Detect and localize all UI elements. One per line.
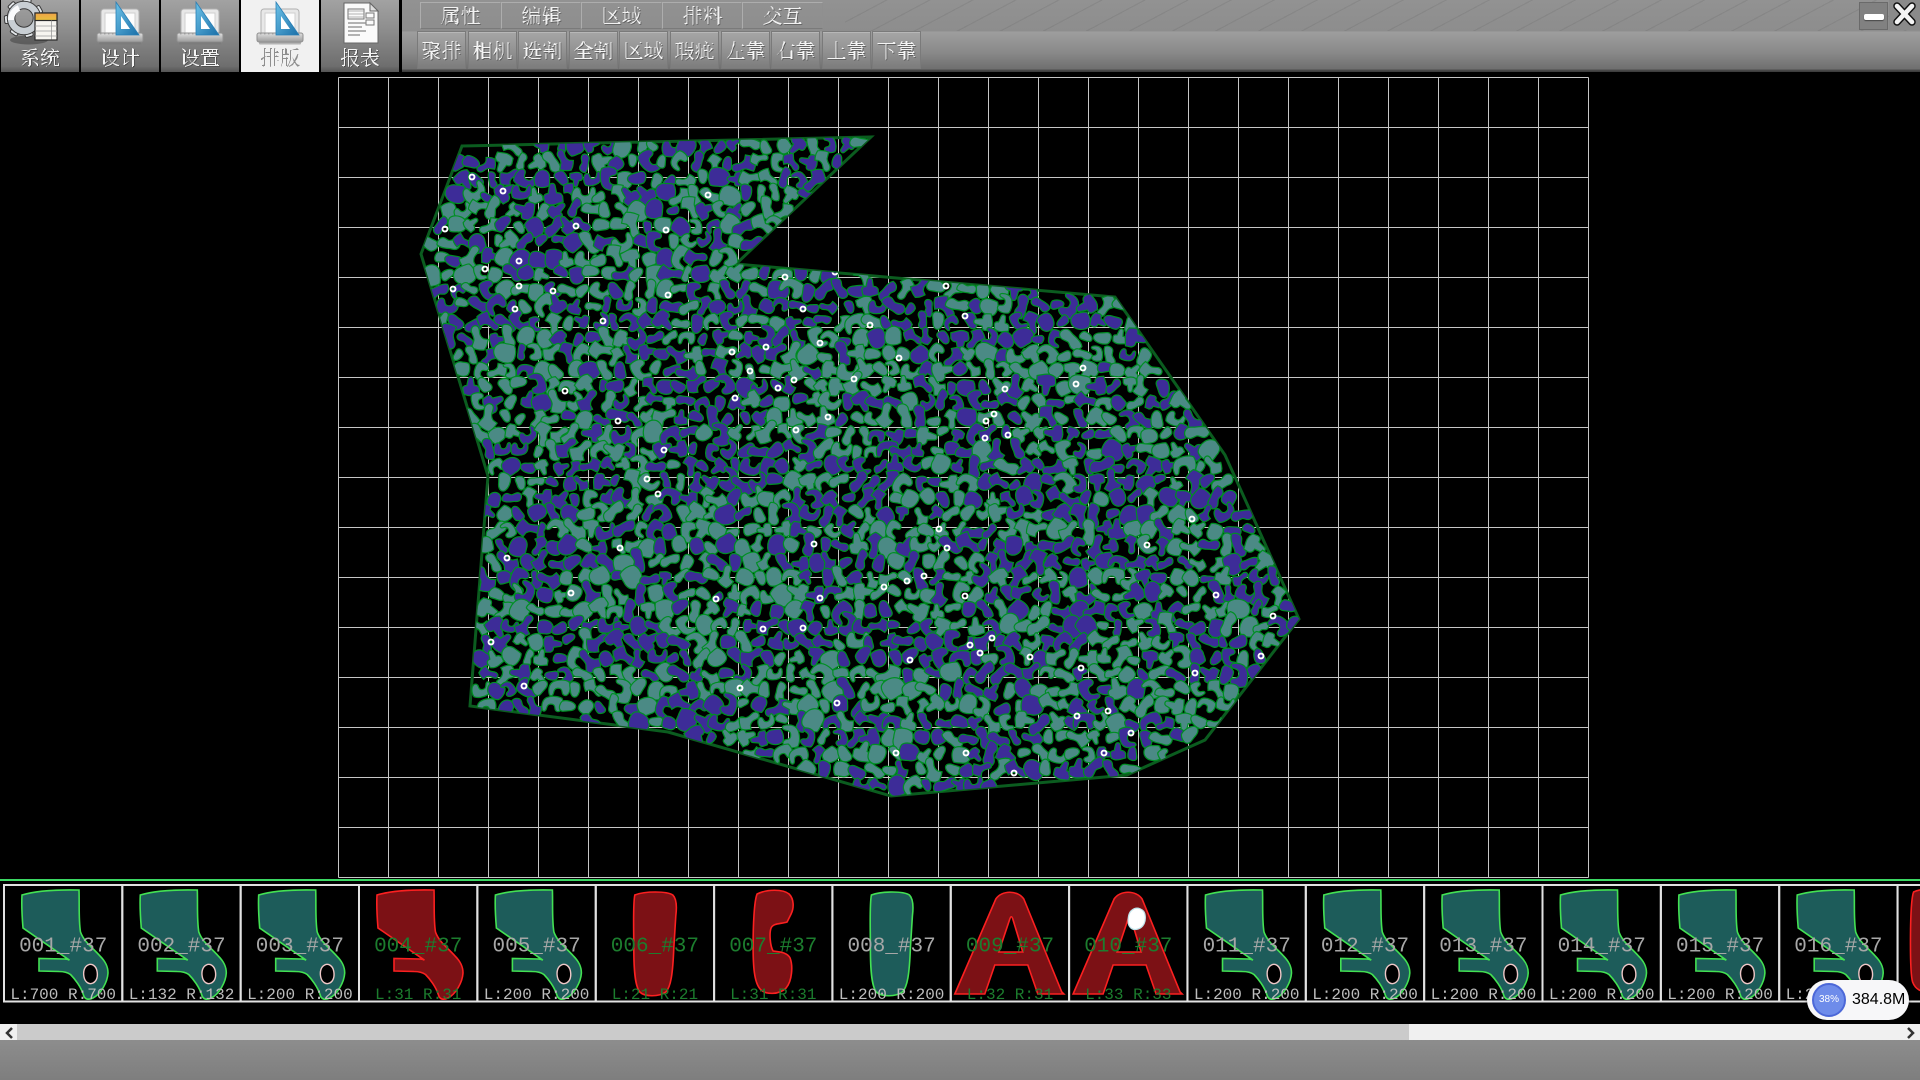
svg-text:011_#37: 011_#37 xyxy=(1203,936,1291,959)
svg-text:L:31 R:31: L:31 R:31 xyxy=(375,986,461,1004)
svg-text:L:200 R:200: L:200 R:200 xyxy=(1667,986,1773,1004)
svg-text:004_#37: 004_#37 xyxy=(374,936,462,959)
svg-text:013_#37: 013_#37 xyxy=(1439,936,1527,959)
svg-text:012_#37: 012_#37 xyxy=(1321,936,1409,959)
svg-text:L:200 R:200: L:200 R:200 xyxy=(1194,986,1300,1004)
svg-text:007_#37: 007_#37 xyxy=(729,936,817,959)
svg-text:L:200 R:200: L:200 R:200 xyxy=(484,986,590,1004)
svg-text:L:200 R:200: L:200 R:200 xyxy=(839,986,945,1004)
svg-text:L:32 R:31: L:32 R:31 xyxy=(967,986,1053,1004)
svg-text:008_#37: 008_#37 xyxy=(847,936,935,959)
svg-text:006_#37: 006_#37 xyxy=(611,936,699,959)
svg-text:L:33 R:33: L:33 R:33 xyxy=(1085,986,1171,1004)
svg-text:L:200 R:200: L:200 R:200 xyxy=(1549,986,1655,1004)
svg-text:002_#37: 002_#37 xyxy=(137,936,225,959)
svg-text:L:700 R:700: L:700 R:700 xyxy=(10,986,116,1004)
svg-text:014_#37: 014_#37 xyxy=(1558,936,1646,959)
svg-text:L:200 R:200: L:200 R:200 xyxy=(1431,986,1537,1004)
svg-text:001_#37: 001_#37 xyxy=(19,936,107,959)
svg-text:010_#37: 010_#37 xyxy=(1084,936,1172,959)
svg-text:L:31 R:31: L:31 R:31 xyxy=(730,986,816,1004)
svg-text:009_#37: 009_#37 xyxy=(966,936,1054,959)
svg-text:003_#37: 003_#37 xyxy=(256,936,344,959)
svg-text:L:132 R:132: L:132 R:132 xyxy=(129,986,235,1004)
svg-text:015_#37: 015_#37 xyxy=(1676,936,1764,959)
svg-text:005_#37: 005_#37 xyxy=(492,936,580,959)
svg-text:016_#37: 016_#37 xyxy=(1794,936,1882,959)
svg-text:L:200 R:200: L:200 R:200 xyxy=(1312,986,1418,1004)
svg-text:L:200 R:200: L:200 R:200 xyxy=(247,986,353,1004)
svg-text:L:21 R:21: L:21 R:21 xyxy=(612,986,698,1004)
